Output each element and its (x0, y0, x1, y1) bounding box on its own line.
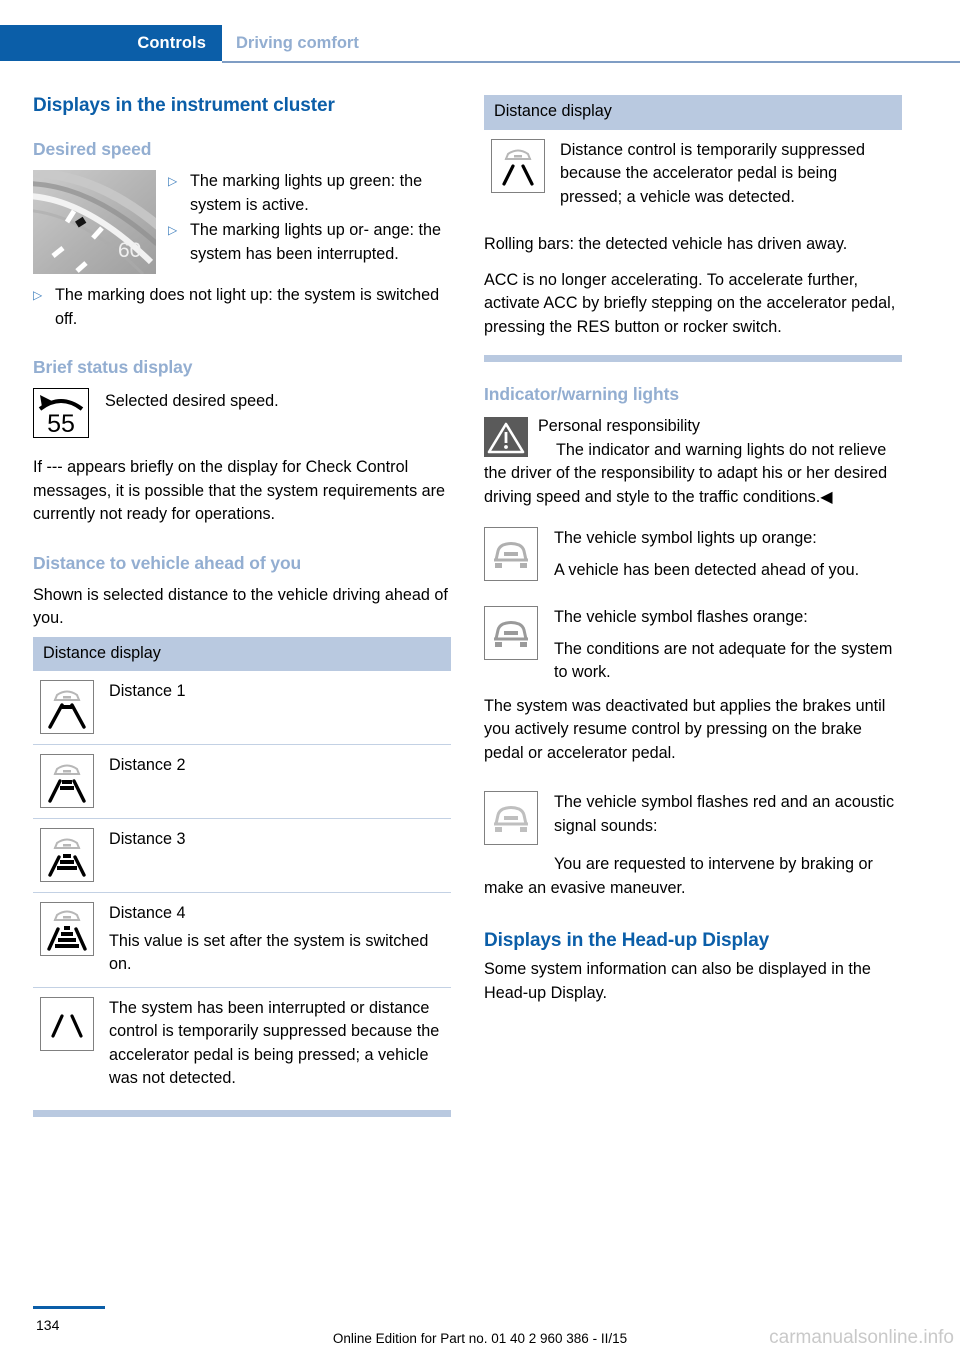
indicator-title: The vehicle symbol flashes red and an ac… (554, 793, 895, 835)
distance-intro-paragraph: Shown is selected distance to the vehicl… (33, 585, 448, 628)
brief-status-row: 55 Selected desired speed. (33, 388, 451, 438)
bullet-label: The marking lights up green: the system … (190, 172, 423, 214)
brief-status-paragraph: If --- appears briefly on the display fo… (33, 458, 446, 523)
watermark-text: carmanualsonline.info (769, 1327, 954, 1348)
vehicle-symbol-flashing-red-icon (484, 791, 554, 845)
table-cell-distance4: Distance 4 This value is set after the s… (105, 902, 451, 977)
table-cell-label: Distance 3 (109, 830, 186, 848)
desired-speed-icon: 55 (33, 388, 89, 438)
warning-triangle-icon (484, 417, 528, 457)
vehicle-symbol-flashing-orange-icon (484, 606, 554, 685)
no-vehicle-icon (33, 996, 105, 1091)
distance-display-table: Distance display Distance 1 Distance 2 D… (33, 636, 451, 1117)
indicator-item: The vehicle symbol flashes red and an ac… (484, 791, 902, 845)
bullet-item: ▷ The marking lights up green: the syste… (168, 170, 451, 217)
table-header-distance-display: Distance display (33, 636, 451, 671)
bullet-item: ▷ The marking does not light up: the sys… (33, 284, 451, 331)
manual-page: Controls Driving comfort Displays in the… (0, 0, 960, 1362)
table-row: Distance 2 (33, 744, 451, 818)
brief-status-caption: Selected desired speed. (105, 392, 279, 410)
triangle-bullet-icon: ▷ (168, 174, 178, 188)
desired-speed-bullets: ▷ The marking lights up green: the syste… (168, 170, 451, 266)
table-row: Distance 1 (33, 671, 451, 744)
indicator-item: The vehicle symbol flashes orange: The c… (484, 606, 902, 685)
distance-display-table-continued: Distance display Distance control is tem… (484, 95, 902, 219)
system-deactivated-paragraph: The system was deactivated but applies t… (484, 696, 886, 762)
speed-icon-cell: 55 (33, 388, 105, 438)
intervene-paragraph: You are requested to intervene by brakin… (484, 855, 873, 897)
indicator-body: A vehicle has been detected ahead of you… (554, 560, 860, 579)
right-column: Distance display Distance control is tem… (484, 95, 902, 1005)
footer-rule (33, 1306, 105, 1309)
vehicle-detected-suppressed-icon (484, 138, 556, 210)
section-brief-status-display: Brief status display (33, 357, 193, 377)
indicator-text: The vehicle symbol flashes orange: The c… (554, 606, 902, 685)
section-distance-to-vehicle: Distance to vehicle ahead of you (33, 552, 302, 573)
left-column: Displays in the instrument cluster Desir… (33, 95, 451, 1117)
warning-end-mark: ◀ (820, 487, 833, 506)
section-desired-speed: Desired speed (33, 139, 152, 159)
personal-responsibility-warning: Personal responsibility The indicator an… (484, 415, 902, 509)
table-cell-label: Distance 2 (109, 756, 186, 774)
speed-icon-value: 55 (47, 410, 75, 437)
table-header-distance-display: Distance display (484, 95, 902, 130)
indicator-text: The vehicle symbol lights up orange: A v… (554, 527, 902, 582)
tab-controls[interactable]: Controls (0, 25, 222, 61)
table-row: Distance 4 This value is set after the s… (33, 892, 451, 987)
table-cell-label: The system has been interrupted or dista… (109, 998, 440, 1088)
section-indicator-warning-lights: Indicator/warning lights (484, 384, 679, 404)
table-cell-note: This value is set after the system is sw… (109, 931, 429, 974)
table-row: The system has been interrupted or dista… (33, 986, 451, 1101)
desired-speed-block: 60 ▷ The marking lights up green: the sy… (33, 170, 451, 278)
table-bottom-rule (33, 1109, 451, 1117)
table-row: Distance 3 (33, 818, 451, 892)
bullet-item: ▷ The marking lights up or- ange: the sy… (168, 219, 451, 266)
distance-1-icon (33, 680, 105, 734)
vehicle-symbol-orange-icon (484, 527, 554, 582)
indicator-title: The vehicle symbol flashes orange: (554, 608, 808, 626)
head-up-display-paragraph: Some system information can also be disp… (484, 960, 871, 1002)
rolling-bars-paragraph: Rolling bars: the detected vehicle has d… (484, 235, 848, 253)
table-row: Distance control is temporarily suppress… (484, 130, 902, 220)
acc-accelerating-paragraph: ACC is no longer accelerating. To accele… (484, 270, 896, 336)
warning-title: Personal responsibility (538, 417, 700, 435)
table-cell-label: Distance control is temporarily suppress… (560, 140, 865, 206)
indicator-title: The vehicle symbol lights up orange: (554, 529, 817, 547)
distance-3-icon (33, 828, 105, 882)
instrument-cluster-gauge-image: 60 (33, 170, 156, 274)
svg-text:60: 60 (118, 239, 141, 262)
bullet-label: The marking does not light up: the syste… (55, 286, 440, 328)
distance-2-icon (33, 754, 105, 808)
table-cell-label: Distance 4 (109, 904, 186, 922)
section-divider-rule (484, 355, 902, 362)
page-title: Displays in the instrument cluster (33, 95, 335, 116)
distance-4-icon (33, 902, 105, 977)
page-header: Controls Driving comfort (0, 25, 960, 63)
table-cell-label: Distance 1 (109, 682, 186, 700)
header-divider (222, 61, 960, 63)
indicator-item: The vehicle symbol lights up orange: A v… (484, 527, 902, 582)
indicator-body: The conditions are not adequate for the … (554, 639, 893, 682)
tab-driving-comfort[interactable]: Driving comfort (236, 25, 359, 61)
indicator-text: The vehicle symbol flashes red and an ac… (554, 791, 902, 845)
triangle-bullet-icon: ▷ (168, 223, 178, 237)
bullet-label: The marking lights up or- ange: the syst… (190, 221, 442, 263)
section-head-up-display: Displays in the Head-up Display (484, 930, 770, 951)
triangle-bullet-icon: ▷ (33, 288, 43, 302)
